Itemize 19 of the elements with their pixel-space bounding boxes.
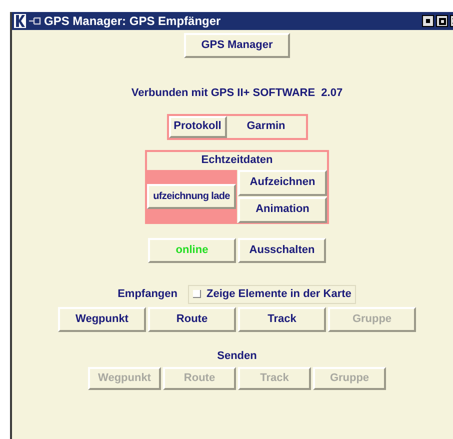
protocol-value: Garmin <box>246 119 286 134</box>
receive-button[interactable]: Route <box>148 306 236 332</box>
send-label: Senden <box>217 348 257 364</box>
receive-label: Empfangen <box>118 286 178 302</box>
realtime-button[interactable]: Aufzeichnen <box>238 170 327 196</box>
protocol-button[interactable]: Protokoll <box>168 116 226 138</box>
pin-icon[interactable] <box>29 17 41 25</box>
gps-manager-button[interactable]: GPS Manager <box>184 33 290 58</box>
minimize-icon[interactable] <box>422 15 434 27</box>
receive-button[interactable]: Track <box>238 306 326 332</box>
receive-button[interactable]: Wegpunkt <box>58 306 146 332</box>
show-on-map-checkbox[interactable]: Zeige Elemente in der Karte <box>188 284 356 304</box>
window-title: GPS Manager: GPS Empfänger <box>44 13 221 30</box>
realtime-title: Echtzeitdaten <box>200 153 274 168</box>
maximize-icon[interactable] <box>436 15 448 27</box>
power-off-button[interactable]: Ausschalten <box>238 238 326 262</box>
connection-status-text: Verbunden mit GPS II+ SOFTWARE 2.07 <box>131 86 343 101</box>
load-recording-button[interactable]: ufzeichnung lade <box>147 184 236 208</box>
realtime-button[interactable]: Animation <box>238 196 327 222</box>
